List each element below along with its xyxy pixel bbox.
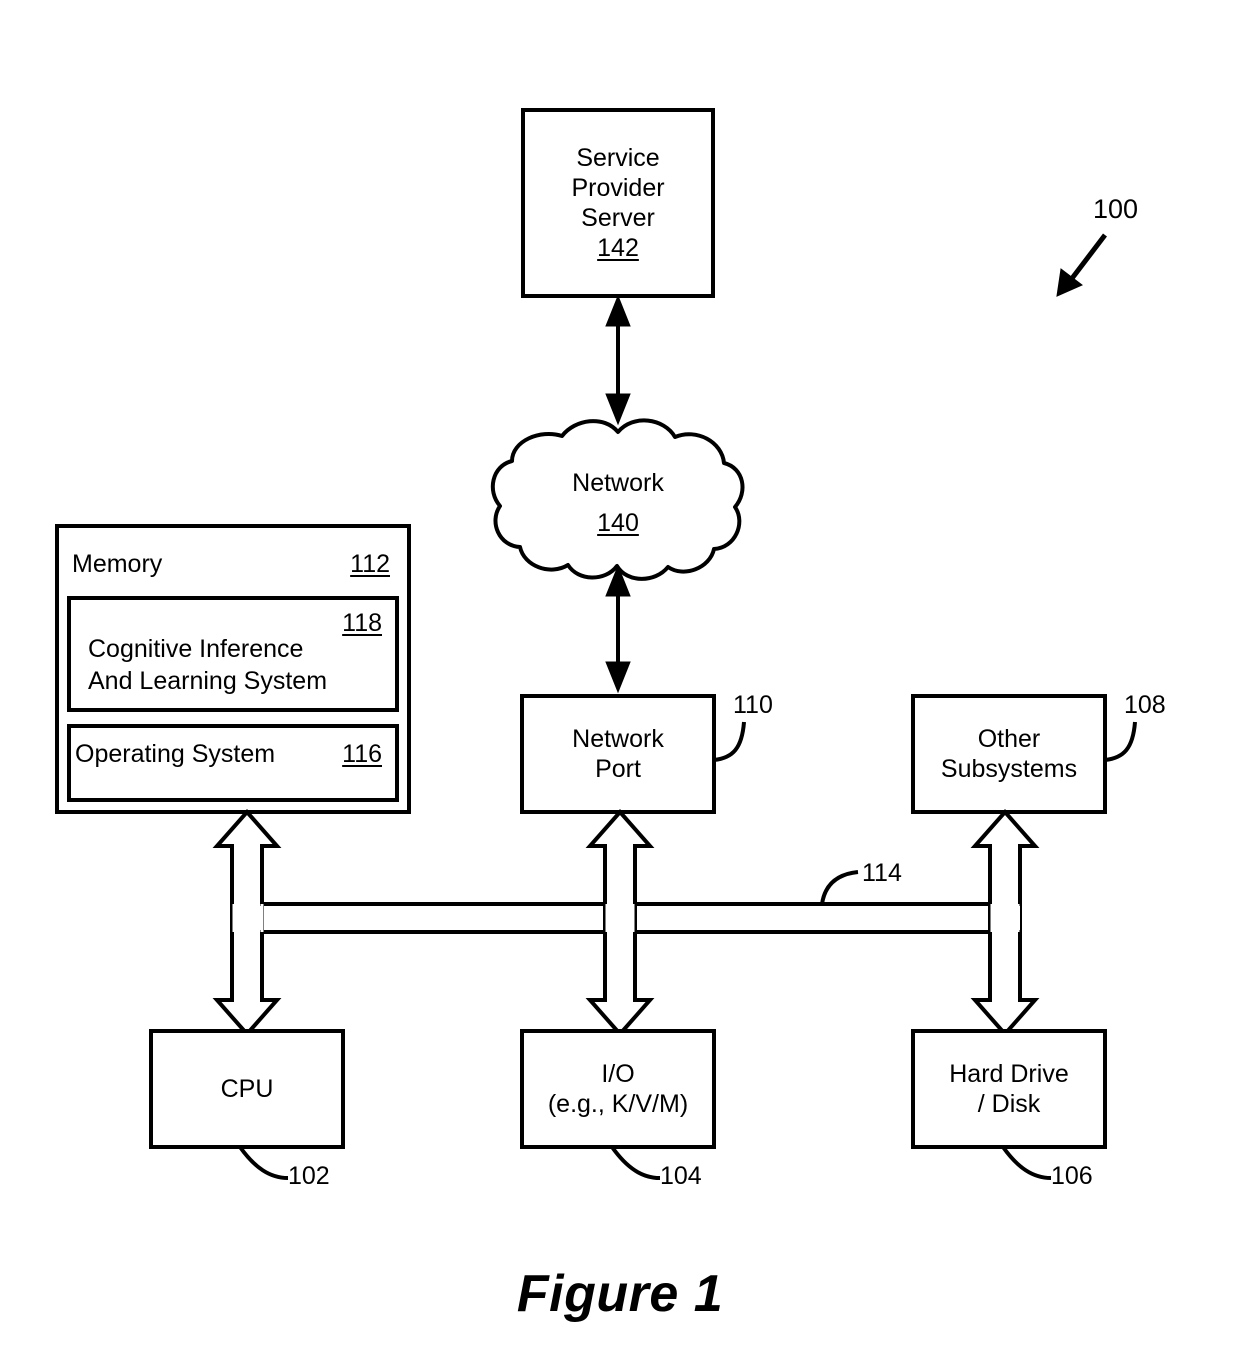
ref-108: 108 (1124, 690, 1166, 720)
leader-line-104 (610, 1145, 661, 1180)
ref-140-text: 140 (597, 509, 639, 537)
ref-112: 112 (200, 549, 390, 579)
other-subsystems-box (911, 694, 1107, 814)
bus-segment-right (633, 902, 992, 934)
arrow-server-to-network (605, 294, 631, 426)
ref-100-text: 100 (1093, 194, 1139, 224)
ref-104-text: 104 (660, 1162, 702, 1190)
ref-100: 100 (1093, 194, 1138, 224)
figure-caption-text: Figure 1 (516, 1265, 724, 1323)
cognitive-inference-label: Cognitive Inference And Learning System (88, 633, 327, 697)
ref-110-text: 110 (733, 691, 773, 719)
bus-segment-left (260, 902, 607, 934)
leader-line-114 (820, 870, 859, 905)
figure-page: Service Provider Server 142 Network 140 … (0, 0, 1240, 1352)
ref-116: 116 (200, 739, 382, 769)
cpu-box (149, 1029, 345, 1149)
ref-108-text: 108 (1124, 691, 1166, 719)
ref-102-text: 102 (288, 1162, 330, 1190)
leader-line-110 (713, 721, 746, 762)
cils-line-2: And Learning System (88, 667, 328, 695)
cils-line-1: Cognitive Inference (88, 635, 304, 663)
bus-junction-left (234, 906, 262, 930)
ref-106-text: 106 (1051, 1162, 1093, 1190)
ref-112-text: 112 (350, 550, 390, 578)
figure-caption: Figure 1 (0, 1264, 1240, 1324)
leader-line-106 (1001, 1145, 1052, 1180)
ref-102: 102 (288, 1161, 330, 1191)
system-100-pointer-arrow (1056, 233, 1107, 297)
network-port-box (520, 694, 716, 814)
memory-label: Memory (72, 549, 162, 579)
ref-104: 104 (660, 1161, 702, 1191)
ref-106: 106 (1051, 1161, 1093, 1191)
hard-drive-box (911, 1029, 1107, 1149)
ref-114-text: 114 (862, 859, 902, 887)
ref-142: 142 (523, 233, 713, 263)
leader-line-102 (238, 1145, 289, 1180)
bus-junction-mid (607, 906, 633, 930)
ref-110: 110 (733, 690, 773, 720)
system-bus (212, 808, 1040, 1038)
ref-118-text: 118 (342, 609, 382, 637)
io-box (520, 1029, 716, 1149)
arrow-network-to-port (605, 564, 631, 694)
ref-142-text: 142 (597, 234, 639, 262)
leader-line-108 (1104, 721, 1137, 762)
ref-116-text: 116 (342, 740, 382, 768)
service-provider-server-box (521, 108, 715, 298)
ref-114: 114 (862, 858, 902, 888)
network-cloud-shape (490, 418, 745, 581)
ref-140: 140 (518, 508, 718, 538)
memory-label-text: Memory (72, 550, 163, 578)
bus-junction-right (992, 906, 1020, 930)
